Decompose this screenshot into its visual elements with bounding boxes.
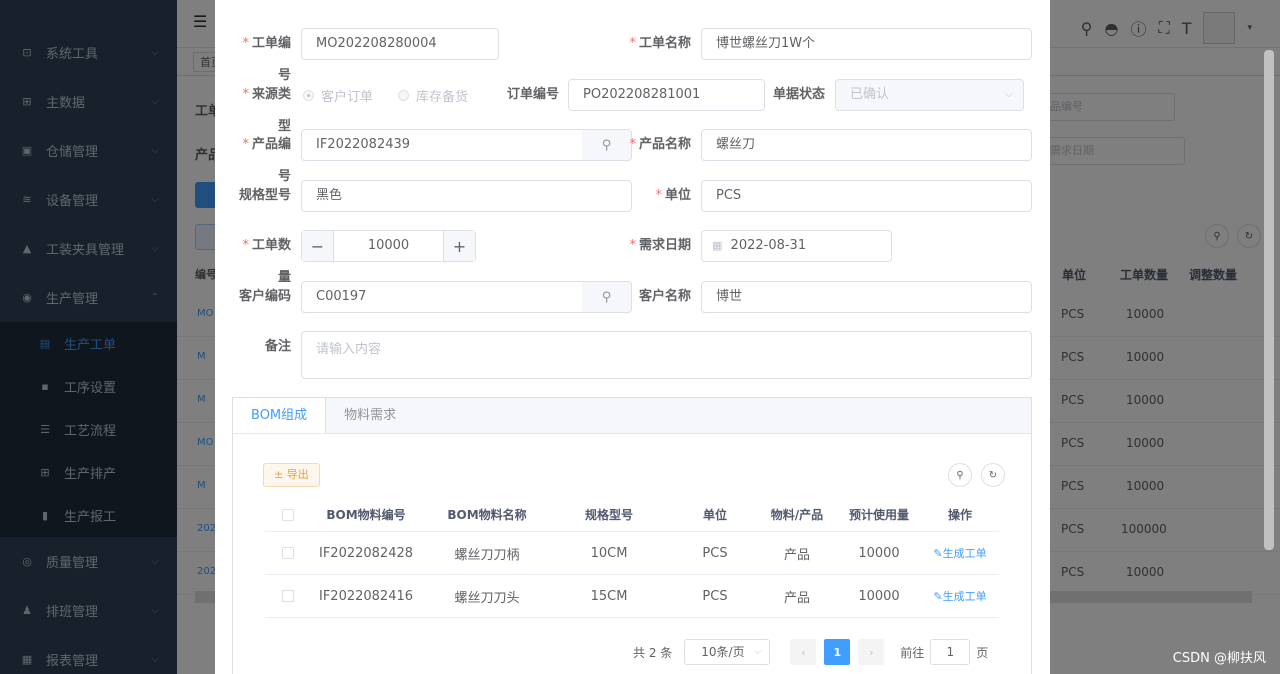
col-qty: 预计使用量 — [848, 508, 909, 522]
work-order-no-label: * 工单编号 — [242, 36, 291, 83]
tab-material-demand[interactable]: 物料需求 — [326, 398, 414, 433]
search-icon: ⚲ — [601, 137, 612, 153]
calendar-icon: ▦ — [712, 239, 723, 252]
quantity-stepper[interactable]: − 10000 + — [301, 230, 476, 262]
cell-type: 产品 — [783, 590, 810, 606]
doc-status-select[interactable]: 已确认 ⌵ — [835, 79, 1024, 111]
customer-code-input[interactable]: C00197 — [301, 281, 583, 313]
product-name-input[interactable]: 螺丝刀 — [701, 129, 1032, 161]
quantity-label: * 工单数量 — [242, 238, 291, 285]
refresh-icon: ↻ — [988, 469, 998, 481]
select-all-checkbox[interactable] — [282, 508, 294, 521]
customer-code-label: 客户编码 — [238, 289, 291, 304]
plus-icon[interactable]: + — [443, 231, 475, 261]
cell-name: 螺丝刀刀头 — [454, 590, 520, 606]
next-page-button[interactable]: › — [858, 639, 885, 665]
cell-code: IF2022082416 — [318, 588, 414, 604]
chevron-right-icon: › — [869, 645, 874, 659]
col-bom-name: BOM物料名称 — [447, 508, 527, 522]
search-icon: ⚲ — [956, 469, 964, 481]
edit-icon: ✎ — [933, 590, 943, 603]
work-order-name-label: * 工单名称 — [629, 36, 691, 51]
remark-textarea[interactable]: 请输入内容 — [301, 331, 1032, 379]
edit-icon: ✎ — [933, 547, 943, 560]
cell-spec: 15CM — [590, 588, 628, 604]
product-code-label: * 产品编号 — [242, 137, 291, 184]
spec-input[interactable]: 黑色 — [301, 180, 632, 212]
export-button[interactable]: ± 导出 — [263, 463, 320, 487]
chevron-left-icon: ‹ — [801, 645, 806, 659]
chevron-down-icon: ⌵ — [754, 647, 762, 657]
col-type: 物料/产品 — [770, 508, 824, 522]
unit-input[interactable]: PCS — [701, 180, 1032, 212]
work-order-name-input[interactable]: 博世螺丝刀1W个 — [701, 28, 1032, 60]
col-spec: 规格型号 — [584, 508, 633, 522]
cell-type: 产品 — [783, 547, 810, 563]
cell-name: 螺丝刀刀柄 — [454, 547, 520, 563]
generate-work-order-link[interactable]: ✎生成工单 — [929, 575, 991, 617]
order-no-input[interactable]: PO202208281001 — [568, 79, 765, 111]
due-date-picker[interactable]: ▦ 2022-08-31 — [701, 230, 892, 262]
prev-page-button[interactable]: ‹ — [790, 639, 817, 665]
radio-unchecked-icon — [398, 89, 409, 101]
table-row: IF2022082428 螺丝刀刀柄 10CM PCS 产品 10000 ✎生成… — [265, 532, 999, 575]
order-no-label: 订单编号 — [506, 87, 559, 102]
page-size-select[interactable]: 10条/页 ⌵ — [684, 639, 771, 665]
search-icon: ⚲ — [601, 289, 612, 305]
pagination: 共 2 条 10条/页 ⌵ ‹ 1 › 前往 1 页 — [633, 638, 988, 666]
col-action: 操作 — [947, 508, 972, 522]
refresh-button[interactable]: ↻ — [981, 463, 1005, 487]
remark-label: 备注 — [264, 339, 291, 354]
source-type-label: * 来源类型 — [242, 87, 291, 134]
due-date-label: * 需求日期 — [629, 238, 691, 253]
v-scrollbar[interactable] — [1264, 50, 1274, 550]
customer-name-input[interactable]: 博世 — [701, 281, 1032, 313]
generate-work-order-link[interactable]: ✎生成工单 — [929, 532, 991, 574]
col-unit: 单位 — [702, 508, 727, 522]
tab-bom[interactable]: BOM组成 — [233, 398, 327, 433]
row-checkbox[interactable] — [282, 547, 294, 559]
cell-unit: PCS — [702, 588, 728, 604]
cell-qty: 10000 — [858, 588, 900, 604]
quantity-value[interactable]: 10000 — [334, 231, 443, 261]
bom-table-header: BOM物料编号 BOM物料名称 规格型号 单位 物料/产品 预计使用量 操作 — [265, 498, 999, 532]
table-row: IF2022082416 螺丝刀刀头 15CM PCS 产品 10000 ✎生成… — [265, 575, 999, 618]
cell-unit: PCS — [702, 545, 728, 561]
doc-status-label: 单据状态 — [772, 87, 825, 102]
minus-icon[interactable]: − — [302, 231, 334, 261]
search-toggle-button[interactable]: ⚲ — [948, 463, 972, 487]
source-type-customer-order-radio[interactable]: 客户订单 — [303, 79, 373, 111]
cell-spec: 10CM — [590, 545, 628, 561]
work-order-no-input[interactable]: MO202208280004 — [301, 28, 499, 60]
goto-label: 前往 — [900, 645, 925, 660]
radio-checked-icon — [303, 89, 314, 101]
tabs-header: BOM组成 物料需求 — [233, 398, 1031, 434]
chevron-down-icon: ⌵ — [1005, 89, 1013, 100]
product-name-label: * 产品名称 — [629, 137, 691, 152]
cell-code: IF2022082428 — [318, 545, 414, 561]
work-order-dialog: * 工单编号 MO202208280004 * 工单名称 博世螺丝刀1W个 * 来源类… — [215, 0, 1050, 674]
pagination-total: 共 2 条 — [633, 645, 673, 660]
row-checkbox[interactable] — [282, 590, 294, 602]
col-bom-code: BOM物料编号 — [326, 508, 406, 522]
source-type-stock-radio[interactable]: 库存备货 — [398, 79, 468, 111]
bom-tabs-card: BOM组成 物料需求 ± 导出 ⚲ ↻ BOM物料编号 BOM物料名称 规格型号… — [232, 397, 1032, 674]
goto-page-input[interactable]: 1 — [930, 639, 971, 665]
page-suffix: 页 — [976, 645, 989, 660]
page-button[interactable]: 1 — [824, 639, 851, 665]
customer-name-label: 客户名称 — [638, 289, 691, 304]
unit-label: * 单位 — [655, 188, 691, 203]
product-code-input[interactable]: IF2022082439 — [301, 129, 583, 161]
cell-qty: 10000 — [858, 545, 900, 561]
spec-label: 规格型号 — [238, 188, 291, 203]
watermark: CSDN @柳扶风 — [1172, 651, 1266, 666]
